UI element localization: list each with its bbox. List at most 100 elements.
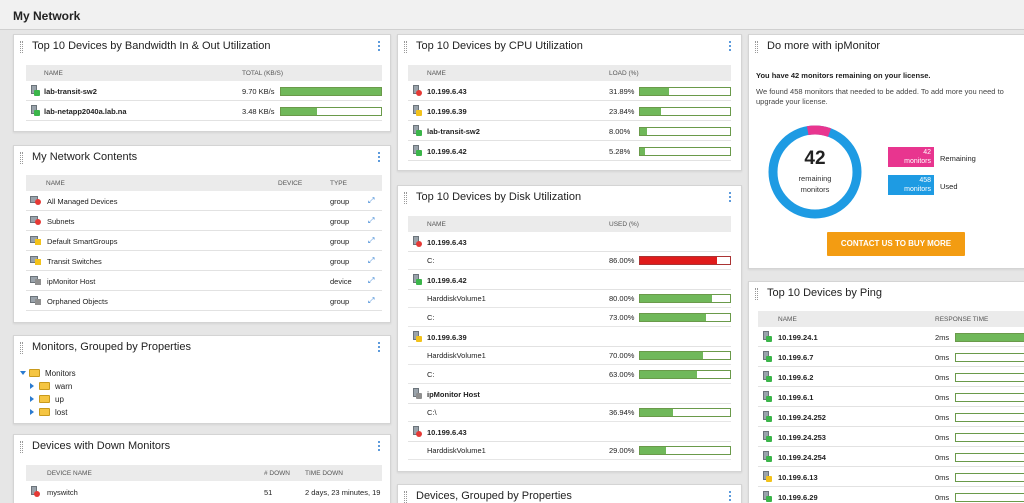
item-name[interactable]: ipMonitor Host	[47, 277, 95, 286]
device-name[interactable]: lab-transit-sw2	[427, 127, 480, 136]
item-name[interactable]: Transit Switches	[47, 257, 102, 266]
disk-volume-row[interactable]: C:\ 36.94%	[408, 403, 731, 422]
disk-device-row[interactable]: 10.199.6.43	[408, 232, 731, 252]
table-row[interactable]: lab-transit-sw2 9.70 KB/s	[26, 81, 382, 101]
table-row[interactable]: Subnets group ⤢	[26, 211, 382, 231]
table-row[interactable]: 10.199.24.252 0ms	[758, 407, 1024, 427]
drag-handle[interactable]	[404, 192, 407, 204]
device-name[interactable]: 10.199.6.29	[778, 493, 818, 502]
table-row[interactable]: 10.199.6.29 0ms	[758, 487, 1024, 503]
more-options-icon[interactable]	[728, 490, 732, 503]
item-name[interactable]: Subnets	[47, 217, 75, 226]
more-options-icon[interactable]	[377, 151, 381, 165]
table-row[interactable]: 10.199.24.253 0ms	[758, 427, 1024, 447]
table-row[interactable]: Orphaned Objects group ⤢	[26, 291, 382, 311]
tree-node-up[interactable]: up	[30, 394, 180, 406]
disk-device-row[interactable]: 10.199.6.42	[408, 270, 731, 290]
column-header[interactable]: TOTAL (KB/S)	[242, 70, 283, 77]
table-row[interactable]: 10.199.6.42 5.28%	[408, 141, 731, 161]
table-row[interactable]: 10.199.6.7 0ms	[758, 347, 1024, 367]
disk-volume-row[interactable]: C: 86.00%	[408, 251, 731, 270]
disk-volume-row[interactable]: C: 63.00%	[408, 365, 731, 384]
table-row[interactable]: Transit Switches group ⤢	[26, 251, 382, 271]
expand-caret-icon[interactable]	[30, 409, 34, 415]
item-name[interactable]: Default SmartGroups	[47, 237, 117, 246]
device-name[interactable]: myswitch	[47, 488, 78, 497]
more-options-icon[interactable]	[377, 341, 381, 355]
device-name[interactable]: 10.199.6.13	[778, 473, 818, 482]
device-name[interactable]: 10.199.6.43	[427, 87, 467, 96]
column-header[interactable]: NAME	[427, 70, 446, 77]
more-options-icon[interactable]	[728, 191, 732, 205]
drag-handle[interactable]	[755, 41, 758, 53]
expand-caret-icon[interactable]	[30, 396, 34, 402]
column-header[interactable]: DEVICE	[278, 180, 302, 187]
disk-volume-row[interactable]: HarddiskVolume1 29.00%	[408, 441, 731, 460]
device-name[interactable]: 10.199.24.252	[778, 413, 826, 422]
more-options-icon[interactable]	[377, 40, 381, 54]
table-row[interactable]: 10.199.6.1 0ms	[758, 387, 1024, 407]
collapse-caret-icon[interactable]	[20, 371, 26, 375]
expand-icon[interactable]: ⤢	[368, 256, 377, 265]
expand-icon[interactable]: ⤢	[368, 196, 377, 205]
device-name[interactable]: 10.199.6.43	[427, 428, 467, 437]
table-row[interactable]: 10.199.6.13 0ms	[758, 467, 1024, 487]
more-options-icon[interactable]	[377, 440, 381, 454]
column-header[interactable]: USED (%)	[609, 221, 639, 228]
disk-volume-row[interactable]: HarddiskVolume1 70.00%	[408, 346, 731, 365]
disk-volume-row[interactable]: C: 73.00%	[408, 308, 731, 327]
tree-node-warn[interactable]: warn	[30, 381, 180, 393]
table-row[interactable]: ipMonitor Host device ⤢	[26, 271, 382, 291]
device-name[interactable]: ipMonitor Host	[427, 390, 480, 399]
more-options-icon[interactable]	[728, 40, 732, 54]
drag-handle[interactable]	[404, 491, 407, 503]
table-row[interactable]: Default SmartGroups group ⤢	[26, 231, 382, 251]
device-name[interactable]: lab-netapp2040a.lab.na	[44, 107, 127, 116]
column-header[interactable]: DEVICE NAME	[47, 470, 92, 477]
table-row[interactable]: 10.199.24.1 2ms	[758, 327, 1024, 347]
drag-handle[interactable]	[20, 41, 23, 53]
item-name[interactable]: All Managed Devices	[47, 197, 117, 206]
item-name[interactable]: Orphaned Objects	[47, 297, 108, 306]
expand-icon[interactable]: ⤢	[368, 296, 377, 305]
expand-icon[interactable]: ⤢	[368, 236, 377, 245]
device-name[interactable]: 10.199.6.39	[427, 107, 467, 116]
expand-caret-icon[interactable]	[30, 383, 34, 389]
column-header[interactable]: TYPE	[330, 180, 347, 187]
device-name[interactable]: 10.199.6.42	[427, 147, 467, 156]
table-row[interactable]: myswitch 51 2 days, 23 minutes, 19	[26, 482, 382, 502]
device-name[interactable]: lab-transit-sw2	[44, 87, 97, 96]
table-row[interactable]: 10.199.6.39 23.84%	[408, 101, 731, 121]
column-header[interactable]: TIME DOWN	[305, 470, 343, 477]
drag-handle[interactable]	[404, 41, 407, 53]
device-name[interactable]: 10.199.6.7	[778, 353, 813, 362]
device-name[interactable]: 10.199.24.253	[778, 433, 826, 442]
column-header[interactable]: NAME	[427, 221, 446, 228]
column-header[interactable]: NAME	[46, 180, 65, 187]
column-header[interactable]: LOAD (%)	[609, 70, 639, 77]
device-name[interactable]: 10.199.6.39	[427, 333, 467, 342]
device-name[interactable]: 10.199.6.1	[778, 393, 813, 402]
tree-node-lost[interactable]: lost	[30, 407, 180, 419]
table-row[interactable]: lab-transit-sw2 8.00%	[408, 121, 731, 141]
disk-volume-row[interactable]: HarddiskVolume1 80.00%	[408, 289, 731, 308]
contact-us-button[interactable]: CONTACT US TO BUY MORE	[827, 232, 965, 256]
column-header[interactable]: # DOWN	[264, 470, 290, 477]
expand-icon[interactable]: ⤢	[368, 216, 377, 225]
tree-node-monitors[interactable]: Monitors	[20, 368, 220, 380]
device-name[interactable]: 10.199.6.2	[778, 373, 813, 382]
disk-device-row[interactable]: 10.199.6.39	[408, 327, 731, 347]
device-name[interactable]: 10.199.24.254	[778, 453, 826, 462]
expand-icon[interactable]: ⤢	[368, 276, 377, 285]
device-name[interactable]: 10.199.6.42	[427, 276, 467, 285]
table-row[interactable]: All Managed Devices group ⤢	[26, 191, 382, 211]
drag-handle[interactable]	[20, 441, 23, 453]
table-row[interactable]: 10.199.6.43 31.89%	[408, 81, 731, 101]
table-row[interactable]: lab-netapp2040a.lab.na 3.48 KB/s	[26, 101, 382, 121]
column-header[interactable]: RESPONSE TIME	[935, 316, 988, 323]
drag-handle[interactable]	[755, 288, 758, 300]
column-header[interactable]: NAME	[44, 70, 63, 77]
column-header[interactable]: NAME	[778, 316, 797, 323]
disk-device-row[interactable]: 10.199.6.43	[408, 422, 731, 442]
disk-device-row[interactable]: ipMonitor Host	[408, 384, 731, 404]
